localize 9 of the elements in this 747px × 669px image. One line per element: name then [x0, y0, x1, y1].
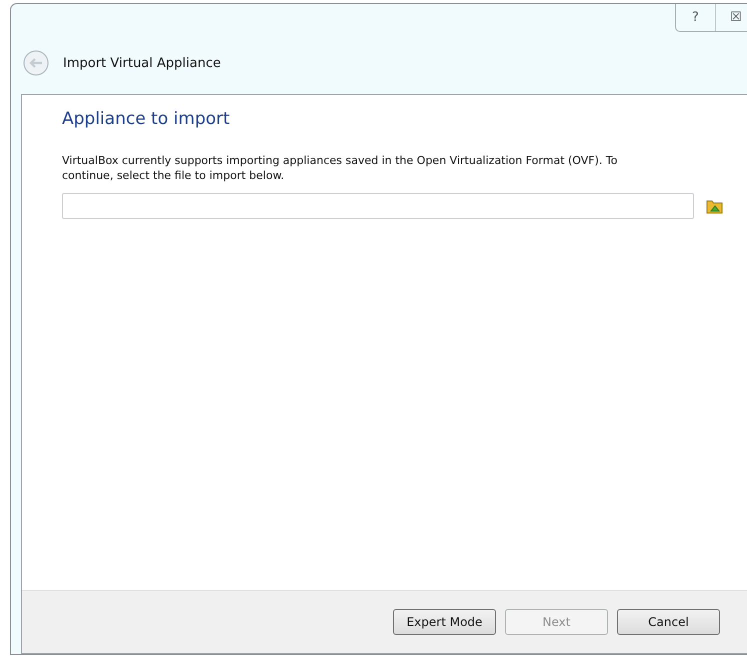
page-heading: Appliance to import: [62, 109, 231, 129]
wizard-button[interactable]: Expert Mode: [393, 609, 496, 635]
wizard-button[interactable]: Cancel: [617, 609, 720, 635]
description-text: VirtualBox currently supports importing appliances saved in the Open Virtualization Format (OVF). To continue, select the file to import below.: [62, 153, 618, 183]
wizard-title: Import Virtual Appliance: [63, 56, 221, 70]
close-button[interactable]: ☒: [716, 4, 747, 31]
file-path-field[interactable]: [62, 193, 694, 219]
open-folder-icon[interactable]: [706, 198, 724, 214]
help-button[interactable]: ?: [676, 4, 716, 31]
